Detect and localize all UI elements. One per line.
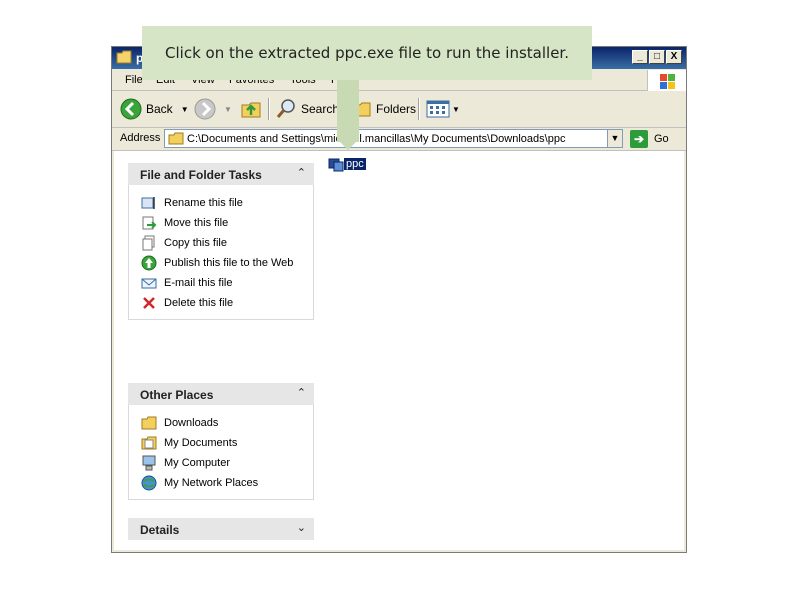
folders-button[interactable]: Folders xyxy=(352,96,416,122)
task-delete-file[interactable]: Delete this file xyxy=(129,293,313,313)
views-dropdown-icon[interactable]: ▼ xyxy=(452,105,460,114)
panel-title: Other Places xyxy=(140,388,214,402)
panel-title: File and Folder Tasks xyxy=(140,168,262,182)
publish-web-icon xyxy=(141,255,157,271)
folders-label: Folders xyxy=(376,102,417,116)
my-documents-icon xyxy=(141,436,157,450)
file-folder-tasks-header[interactable]: File and Folder Tasks ⌃ xyxy=(128,163,314,185)
panel-title: Details xyxy=(140,523,180,537)
go-arrow-icon: ➔ xyxy=(630,130,648,148)
collapse-chevron-icon[interactable]: ⌃ xyxy=(297,386,306,399)
move-icon xyxy=(142,216,157,230)
menu-file[interactable]: File xyxy=(125,74,143,86)
installer-icon xyxy=(328,158,344,172)
copy-icon xyxy=(142,235,155,251)
up-folder-icon xyxy=(241,102,261,118)
callout-pointer xyxy=(337,80,359,142)
up-folder-button[interactable] xyxy=(240,96,262,122)
address-input[interactable]: C:\Documents and Settings\michael.mancil… xyxy=(164,129,623,148)
minimize-button[interactable]: _ xyxy=(632,50,648,64)
search-icon xyxy=(276,99,295,118)
place-my-network-places[interactable]: My Network Places xyxy=(129,473,313,493)
task-rename-file[interactable]: Rename this file xyxy=(129,193,313,213)
back-button[interactable]: Back ▼ xyxy=(120,96,189,122)
instruction-callout: Click on the extracted ppc.exe file to r… xyxy=(142,26,592,80)
forward-button[interactable]: ▼ xyxy=(194,96,232,122)
delete-icon xyxy=(143,297,155,309)
folder-icon xyxy=(141,416,157,430)
other-places-panel: Other Places ⌃ Downloads My Documents My… xyxy=(128,383,314,500)
address-path: C:\Documents and Settings\michael.mancil… xyxy=(187,133,566,145)
forward-arrow-icon xyxy=(194,98,216,120)
standard-toolbar: Back ▼ ▼ Search Folders ▼ xyxy=(112,91,686,128)
toolbar-separator xyxy=(418,98,420,120)
back-dropdown-icon[interactable]: ▼ xyxy=(181,105,189,114)
file-view: File and Folder Tasks ⌃ Rename this file xyxy=(114,151,684,550)
task-email-file[interactable]: E-mail this file xyxy=(129,273,313,293)
folder-icon xyxy=(116,50,132,64)
search-button[interactable]: Search xyxy=(275,96,339,122)
task-copy-file[interactable]: Copy this file xyxy=(129,233,313,253)
callout-pointer-tip xyxy=(340,142,356,150)
expand-chevron-icon[interactable]: ⌄ xyxy=(297,521,306,534)
search-label: Search xyxy=(301,102,340,116)
folder-icon xyxy=(168,132,184,145)
my-computer-icon xyxy=(142,455,156,471)
place-downloads[interactable]: Downloads xyxy=(129,413,313,433)
address-label: Address xyxy=(120,132,161,144)
go-button[interactable]: ➔ Go xyxy=(630,129,669,149)
task-publish-web[interactable]: Publish this file to the Web xyxy=(129,253,313,273)
forward-dropdown-icon[interactable]: ▼ xyxy=(224,105,232,114)
file-name: ppc xyxy=(344,158,366,170)
ppc-file[interactable]: ppc xyxy=(328,156,366,172)
place-my-documents[interactable]: My Documents xyxy=(129,433,313,453)
other-places-header[interactable]: Other Places ⌃ xyxy=(128,383,314,405)
explorer-window: ppc _ □ X File Edit View Favorites Tools… xyxy=(111,46,687,553)
collapse-chevron-icon[interactable]: ⌃ xyxy=(297,166,306,179)
place-my-computer[interactable]: My Computer xyxy=(129,453,313,473)
close-button[interactable]: X xyxy=(666,50,682,64)
details-header[interactable]: Details ⌄ xyxy=(128,518,314,540)
network-places-icon xyxy=(141,475,157,491)
go-label: Go xyxy=(654,133,669,145)
email-icon xyxy=(141,278,157,289)
views-button[interactable]: ▼ xyxy=(426,96,460,122)
maximize-button[interactable]: □ xyxy=(649,50,665,64)
instruction-text: Click on the extracted ppc.exe file to r… xyxy=(165,44,569,62)
rename-icon xyxy=(141,197,155,209)
address-bar: Address C:\Documents and Settings\michae… xyxy=(112,128,686,151)
file-folder-tasks-panel: File and Folder Tasks ⌃ Rename this file xyxy=(128,163,314,320)
back-arrow-icon xyxy=(120,98,142,120)
details-panel: Details ⌄ xyxy=(128,518,314,540)
task-move-file[interactable]: Move this file xyxy=(129,213,313,233)
back-label: Back xyxy=(146,102,173,116)
views-icon xyxy=(426,100,450,118)
address-dropdown-icon[interactable]: ▼ xyxy=(607,129,623,148)
toolbar-separator xyxy=(268,98,270,120)
